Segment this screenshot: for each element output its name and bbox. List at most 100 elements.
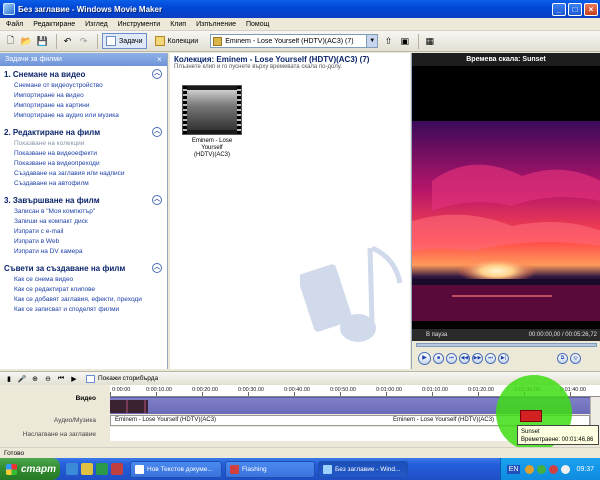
zoom-out-icon[interactable]: ⊖ — [43, 374, 53, 384]
zoom-in-icon[interactable]: ⊕ — [30, 374, 40, 384]
new-project-icon[interactable]: 🗋 — [4, 35, 17, 48]
title-bar[interactable]: Без заглавие - Windows Movie Maker _ □ × — [0, 0, 600, 18]
task-section-header[interactable]: 3. Завършване на филм ︿ — [4, 195, 162, 205]
collapse-chevron-icon[interactable]: ︿ — [152, 195, 162, 205]
redo-icon[interactable]: ↷ — [77, 35, 90, 48]
task-link[interactable]: Показване на видеопреходи — [14, 160, 162, 168]
task-link[interactable]: Показване на видеоефекти — [14, 150, 162, 158]
clip-label-line: Eminem - Lose Yourself — [191, 138, 233, 151]
task-section-header[interactable]: 2. Редактиране на филм ︿ — [4, 127, 162, 137]
movie-maker-icon — [323, 464, 332, 474]
up-folder-icon[interactable]: ⇧ — [382, 35, 395, 48]
close-button[interactable]: × — [584, 2, 598, 16]
views-icon[interactable]: ▦ — [423, 35, 436, 48]
task-link[interactable]: Импортиране на видео — [14, 92, 162, 100]
tray-icon[interactable] — [525, 464, 535, 474]
play-icon[interactable]: ▶ — [418, 351, 431, 365]
taskbar-button-active[interactable]: Без заглавие - Wind... — [318, 460, 408, 478]
menu-file[interactable]: Файл — [6, 21, 23, 28]
tray-icon[interactable] — [549, 464, 559, 474]
menu-clip[interactable]: Клип — [170, 21, 186, 28]
minimize-button[interactable]: _ — [552, 2, 566, 16]
collapse-chevron-icon[interactable]: ︿ — [152, 127, 162, 137]
track-label-overlay: Наслагване на заглавие — [22, 431, 96, 438]
task-section-header[interactable]: Съвети за създаване на филм ︿ — [4, 263, 162, 273]
ruler-label: 0:01:10.00 — [422, 387, 448, 393]
windows-logo-icon — [6, 463, 17, 475]
audio-clip-label[interactable]: Eminem - Lose Yourself (HDTV)(AC3) — [115, 417, 216, 423]
stop-icon[interactable]: ■ — [433, 352, 444, 364]
task-link[interactable]: Запиши на компакт диск — [14, 218, 162, 226]
narrate-icon[interactable]: 🎤 — [17, 374, 27, 384]
clip-label-line: (HDTV)(AC3) — [194, 152, 230, 158]
menu-help[interactable]: Помощ — [246, 21, 269, 28]
task-link[interactable]: Снемане от видеоустройство — [14, 82, 162, 90]
ie-icon[interactable] — [66, 463, 78, 475]
chevron-down-icon[interactable]: ▼ — [366, 35, 378, 47]
video-clip-thumbnails[interactable] — [110, 400, 148, 413]
collection-clip[interactable]: Eminem - Lose Yourself (HDTV)(AC3) — [182, 85, 242, 159]
close-icon[interactable]: × — [157, 55, 167, 64]
task-link[interactable]: Как се записват и споделят филми — [14, 306, 162, 314]
forward-icon[interactable]: ▶▶ — [472, 352, 483, 364]
media-icon[interactable] — [96, 463, 108, 475]
rewind-timeline-icon[interactable]: ⏮ — [56, 374, 66, 384]
collapse-chevron-icon[interactable]: ︿ — [152, 263, 162, 273]
task-link[interactable]: Импортиране на картини — [14, 102, 162, 110]
open-project-icon[interactable]: 📂 — [20, 35, 33, 48]
task-link[interactable]: Създаване на заглавия или надписи — [14, 170, 162, 178]
collection-title: Колекция: Eminem - Lose Yourself (HDTV)(… — [174, 55, 370, 64]
taskbar-button-label: Без заглавие - Wind... — [335, 465, 401, 473]
previous-frame-icon[interactable]: ⏮ — [446, 352, 457, 364]
sunset-clip[interactable] — [520, 410, 542, 422]
clip-thumbnail[interactable] — [182, 85, 242, 135]
new-folder-icon[interactable]: ▣ — [398, 35, 411, 48]
task-link[interactable]: Записан в "Моя компютър" — [14, 208, 162, 216]
task-link[interactable]: Изпрати с e-mail — [14, 228, 162, 236]
folder-icon[interactable] — [81, 463, 93, 475]
ruler-tick — [294, 392, 295, 396]
task-link[interactable]: Как се добавят заглавия, ефекти, преходи — [14, 296, 162, 304]
tasks-toggle-button[interactable]: Задачи — [102, 33, 147, 49]
set-audio-levels-icon[interactable]: ▮ — [4, 374, 14, 384]
ruler-label: 0:00:20.00 — [192, 387, 218, 393]
menu-play[interactable]: Изпълнение — [196, 21, 236, 28]
play-timeline-icon[interactable]: ▶ — [69, 374, 79, 384]
task-link[interactable]: Как се снема видео — [14, 276, 162, 284]
maximize-button[interactable]: □ — [568, 2, 582, 16]
show-storyboard-button[interactable]: Покажи сторибърда — [86, 374, 158, 383]
volume-icon[interactable] — [561, 464, 571, 474]
audio-clip-label[interactable]: Eminem - Lose Yourself (HDTV)(AC3) — [393, 417, 494, 423]
collection-dropdown[interactable]: Eminem - Lose Yourself (HDTV)(AC3) (7) ▼ — [210, 34, 379, 48]
task-link[interactable]: Импортиране на аудио или музика — [14, 112, 162, 120]
next-frame-icon[interactable]: ⏭ — [485, 352, 496, 364]
tooltip-duration: Времетраене: 00:01:46,86 — [521, 437, 594, 443]
task-link[interactable]: Как се редактират клипове — [14, 286, 162, 294]
track-label-audio: Аудио/Музика — [53, 417, 96, 424]
task-section-header[interactable]: 1. Снемане на видео ︿ — [4, 69, 162, 79]
split-clip-icon[interactable]: ⧉ — [557, 352, 568, 364]
undo-icon[interactable]: ↶ — [61, 35, 74, 48]
taskbar-button[interactable]: Flashing — [225, 460, 315, 478]
task-link[interactable]: Създаване на автофилм — [14, 180, 162, 188]
menu-tools[interactable]: Инструменти — [118, 21, 161, 28]
start-button[interactable]: старт — [0, 458, 60, 480]
tray-icon[interactable] — [537, 464, 547, 474]
task-link[interactable]: Изпрати в Web — [14, 238, 162, 246]
seek-bar[interactable] — [416, 343, 597, 347]
ruler-tick — [432, 392, 433, 396]
collections-toggle-button[interactable]: Колекции — [151, 33, 203, 49]
menu-view[interactable]: Изглед — [85, 21, 108, 28]
snapshot-icon[interactable]: ◎ — [570, 352, 581, 364]
save-project-icon[interactable]: 💾 — [36, 35, 49, 48]
task-link[interactable]: Изпрати на DV камера — [14, 248, 162, 256]
menu-edit[interactable]: Редактиране — [33, 21, 75, 28]
collapse-chevron-icon[interactable]: ︿ — [152, 69, 162, 79]
end-icon[interactable]: ▶| — [498, 352, 509, 364]
ruler-label: 0:00:50.00 — [330, 387, 356, 393]
rewind-icon[interactable]: ◀◀ — [459, 352, 470, 364]
ruler-label: 0:00:00 — [112, 387, 131, 393]
taskbar-button[interactable]: Нов Текстов докуме... — [130, 460, 222, 478]
app-icon[interactable] — [111, 463, 123, 475]
language-indicator[interactable]: EN — [506, 464, 521, 474]
